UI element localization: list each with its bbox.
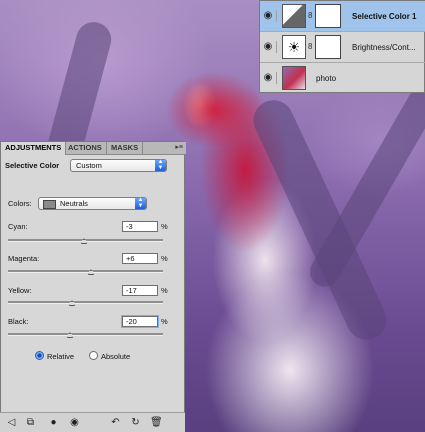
panel-tabs: ADJUSTMENTS ACTIONS MASKS ▸≡ <box>1 142 186 155</box>
relative-radio[interactable] <box>35 351 44 360</box>
cyan-label: Cyan: <box>8 222 28 231</box>
select-arrows-icon: ▲ ▼ <box>155 159 166 171</box>
layer-row-photo[interactable]: ◉ photo <box>260 63 425 94</box>
layer-row-selective-color[interactable]: ◉ 8 Selective Color 1 <box>260 1 425 32</box>
cyan-unit: % <box>161 222 168 231</box>
black-input[interactable]: -20 <box>122 316 158 327</box>
trash-icon[interactable]: 🗑 <box>150 417 163 428</box>
link-chain-icon: 8 <box>308 42 313 51</box>
tab-masks[interactable]: MASKS <box>107 142 144 154</box>
selective-color-icon <box>282 4 306 28</box>
visibility-eye-icon[interactable]: ◉ <box>262 10 277 22</box>
colors-value: Neutrals <box>60 199 88 208</box>
yellow-slider-track[interactable] <box>8 301 163 304</box>
layer-name: Brightness/Cont... <box>352 43 416 52</box>
panel-menu-icon[interactable]: ▸≡ <box>175 143 183 151</box>
adjustments-footer: ◁ ⧉ ● ◉ ↶ ↻ 🗑 <box>0 412 185 432</box>
yellow-slider-handle[interactable] <box>69 300 75 306</box>
color-swatch <box>43 200 56 209</box>
cyan-slider-handle[interactable] <box>81 238 87 244</box>
visibility-eye-icon[interactable]: ◉ <box>262 41 277 53</box>
link-chain-icon: 8 <box>308 11 313 20</box>
select-arrows-icon: ▲ ▼ <box>135 197 146 209</box>
view-previous-icon[interactable]: ↶ <box>110 417 121 428</box>
black-unit: % <box>161 317 168 326</box>
layer-name: photo <box>316 74 337 83</box>
clip-to-layer-icon[interactable]: ● <box>48 417 59 428</box>
preset-select[interactable]: Custom ▲ ▼ <box>70 159 167 172</box>
absolute-radio[interactable] <box>89 351 98 360</box>
magenta-input[interactable]: +6 <box>122 253 158 264</box>
visibility-eye-icon[interactable]: ◉ <box>262 72 277 84</box>
adjustments-panel: ADJUSTMENTS ACTIONS MASKS ▸≡ Selective C… <box>0 141 186 432</box>
magenta-slider-handle[interactable] <box>88 269 94 275</box>
reset-icon[interactable]: ↻ <box>130 417 141 428</box>
black-label: Black: <box>8 317 29 326</box>
expand-view-icon[interactable]: ⧉ <box>25 417 36 428</box>
magenta-slider-track[interactable] <box>8 270 163 273</box>
black-slider-track[interactable] <box>8 333 163 336</box>
tab-adjustments[interactable]: ADJUSTMENTS <box>1 142 67 155</box>
magenta-unit: % <box>161 254 168 263</box>
cyan-input[interactable]: -3 <box>122 221 158 232</box>
visibility-eye-icon[interactable]: ◉ <box>69 417 80 428</box>
tab-actions[interactable]: ACTIONS <box>64 142 107 154</box>
yellow-input[interactable]: -17 <box>122 285 158 296</box>
absolute-label: Absolute <box>101 352 131 361</box>
yellow-unit: % <box>161 286 168 295</box>
yellow-label: Yellow: <box>8 286 32 295</box>
colors-label: Colors: <box>8 199 32 208</box>
panel-title: Selective Color <box>5 161 60 170</box>
back-arrow-icon[interactable]: ◁ <box>6 417 17 428</box>
layer-mask-thumbnail[interactable] <box>315 35 341 59</box>
colors-select[interactable]: Neutrals ▲ ▼ <box>38 197 147 210</box>
preset-value: Custom <box>76 161 102 170</box>
relative-label: Relative <box>47 352 75 361</box>
layer-name: Selective Color 1 <box>352 12 417 21</box>
layer-mask-thumbnail[interactable] <box>315 4 341 28</box>
layer-row-brightness-contrast[interactable]: ◉ ☀ 8 Brightness/Cont... <box>260 32 425 63</box>
photo-thumbnail <box>282 66 306 90</box>
brightness-contrast-icon: ☀ <box>282 35 306 59</box>
black-slider-handle[interactable] <box>67 332 73 338</box>
layers-panel: ◉ 8 Selective Color 1 ◉ ☀ 8 Brightness/C… <box>259 0 425 93</box>
magenta-label: Magenta: <box>8 254 40 263</box>
